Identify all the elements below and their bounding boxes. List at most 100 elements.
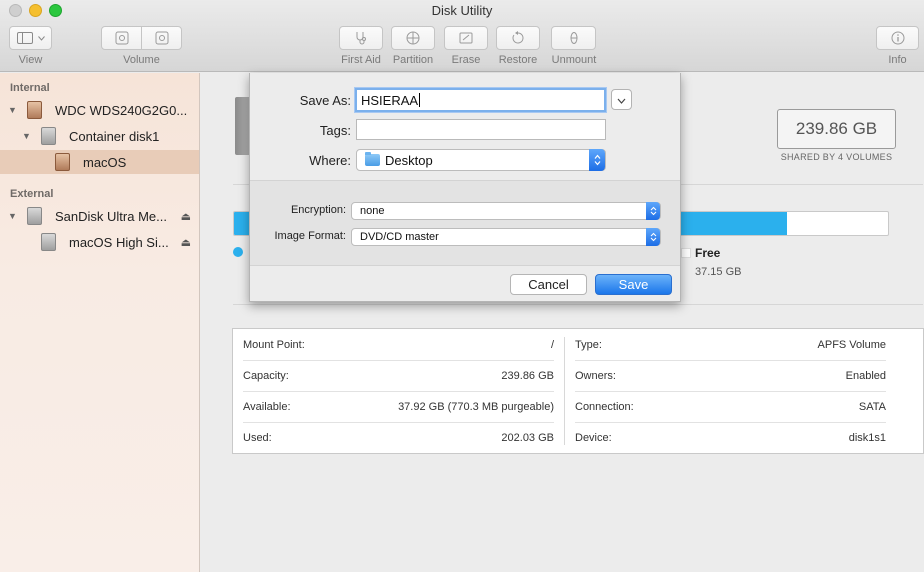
disclosure-triangle-icon[interactable]: ▼ (8, 211, 17, 221)
info-row-owners: Owners: Enabled (575, 360, 886, 391)
info-value: 202.03 GB (501, 431, 554, 444)
info-row-device: Device: disk1s1 (575, 422, 886, 453)
view-label: View (18, 54, 43, 66)
container-disk-icon (41, 127, 56, 145)
add-volume-button[interactable] (101, 26, 142, 50)
eject-icon[interactable]: ⏏ (181, 236, 191, 249)
sidebar-item-label: Container disk1 (69, 128, 160, 144)
partition-label: Partition (392, 54, 434, 66)
save-button[interactable]: Save (595, 274, 672, 295)
sidebar-header-internal: Internal (10, 82, 50, 94)
info-icon (891, 31, 905, 45)
used-legend-swatch (233, 247, 243, 257)
free-legend-label: Free (695, 246, 721, 260)
volume-info-table: Mount Point: / Capacity: 239.86 GB Avail… (232, 328, 924, 454)
shared-volumes-label: SHARED BY 4 VOLUMES (780, 152, 893, 162)
info-key: Available: (243, 400, 291, 413)
tags-field[interactable] (356, 119, 606, 140)
remove-volume-button[interactable] (141, 26, 182, 50)
info-value: 37.92 GB (770.3 MB purgeable) (398, 400, 554, 413)
restore-icon (511, 31, 525, 45)
sidebar-item-label: macOS High Si... (69, 234, 169, 250)
unmount-icon (567, 31, 581, 45)
info-key: Type: (575, 338, 602, 351)
encryption-label: Encryption: (290, 204, 346, 216)
sidebar-item-label: WDC WDS240G2G0... (55, 102, 188, 118)
unmount-label: Unmount (551, 54, 597, 66)
info-button[interactable] (876, 26, 919, 50)
info-value: / (550, 338, 554, 351)
disclosure-triangle-icon[interactable]: ▼ (8, 105, 17, 115)
info-row-used: Used: 202.03 GB (243, 422, 554, 453)
remove-volume-icon (155, 31, 169, 45)
image-options-section: Encryption: none Image Format: DVD/CD ma… (250, 180, 680, 266)
popup-stepper-icon (646, 202, 660, 220)
sidebar-item-internal-disk[interactable]: ▼ WDC WDS240G2G0... (0, 98, 199, 122)
disclosure-triangle-icon[interactable]: ▼ (22, 131, 31, 141)
save-as-field[interactable]: HSIERAA (355, 88, 606, 112)
info-row-capacity: Capacity: 239.86 GB (243, 360, 554, 391)
erase-label: Erase (451, 54, 481, 66)
save-image-sheet: Save As: HSIERAA Tags: Where: Desktop En… (249, 73, 681, 302)
partition-icon (406, 31, 420, 45)
tags-label: Tags: (319, 123, 351, 138)
where-label: Where: (309, 153, 351, 168)
unmount-button[interactable] (551, 26, 596, 50)
add-volume-icon (115, 31, 129, 45)
info-value: APFS Volume (817, 338, 886, 351)
save-as-label: Save As: (299, 93, 351, 108)
cancel-button[interactable]: Cancel (510, 274, 587, 295)
info-key: Device: (575, 431, 612, 444)
info-key: Capacity: (243, 369, 289, 382)
image-format-popup[interactable]: DVD/CD master (351, 228, 661, 246)
column-separator (564, 337, 565, 445)
eject-icon[interactable]: ⏏ (181, 210, 191, 223)
where-popup[interactable]: Desktop (356, 149, 606, 171)
expand-dialog-button[interactable] (611, 89, 632, 110)
external-volume-icon (41, 233, 56, 251)
sidebar-item-container[interactable]: ▼ Container disk1 (0, 124, 199, 148)
info-value: SATA (858, 400, 886, 413)
info-key: Owners: (575, 369, 616, 382)
internal-disk-icon (27, 101, 42, 119)
info-row-type: Type: APFS Volume (575, 329, 886, 360)
eraser-icon (459, 31, 473, 45)
folder-icon (365, 152, 380, 166)
chevron-down-icon (37, 35, 45, 41)
view-button[interactable] (9, 26, 52, 50)
sidebar-item-label: SanDisk Ultra Me... (55, 208, 167, 224)
sidebar-toggle-icon (16, 32, 33, 44)
stethoscope-icon (354, 31, 368, 45)
capacity-display: 239.86 GB (777, 109, 896, 149)
sidebar-item-external-disk[interactable]: ▼ SanDisk Ultra Me... ⏏ (0, 204, 199, 228)
first-aid-button[interactable] (339, 26, 383, 50)
window-title: Disk Utility (431, 3, 493, 18)
info-value: Enabled (845, 369, 886, 382)
sidebar: Internal ▼ WDC WDS240G2G0... ▼ Container… (0, 73, 200, 572)
encryption-popup[interactable]: none (351, 202, 661, 220)
chevron-down-icon (617, 92, 626, 107)
info-row-connection: Connection: SATA (575, 391, 886, 422)
volume-label: Volume (123, 54, 160, 66)
external-disk-icon (27, 207, 42, 225)
popup-stepper-icon (589, 149, 605, 171)
erase-button[interactable] (444, 26, 488, 50)
sidebar-header-external: External (10, 188, 54, 200)
info-label: Info (888, 54, 907, 66)
partition-button[interactable] (391, 26, 435, 50)
divider (233, 304, 923, 305)
window-titlebar: Disk Utility View Volume First Aid Parti… (0, 0, 924, 72)
sidebar-item-external-volume[interactable]: macOS High Si... ⏏ (0, 230, 199, 254)
image-format-value: DVD/CD master (360, 231, 439, 243)
restore-button[interactable] (496, 26, 540, 50)
info-row-available: Available: 37.92 GB (770.3 MB purgeable) (243, 391, 554, 422)
free-legend-swatch (681, 248, 691, 258)
where-value: Desktop (385, 152, 433, 168)
free-size-value: 37.15 GB (695, 266, 742, 278)
info-key: Connection: (575, 400, 634, 413)
sidebar-item-label: macOS (83, 154, 127, 170)
sidebar-item-macos[interactable]: macOS (0, 150, 199, 174)
volume-disk-icon (55, 153, 70, 171)
text-caret (419, 93, 421, 107)
info-value: disk1s1 (848, 431, 886, 444)
